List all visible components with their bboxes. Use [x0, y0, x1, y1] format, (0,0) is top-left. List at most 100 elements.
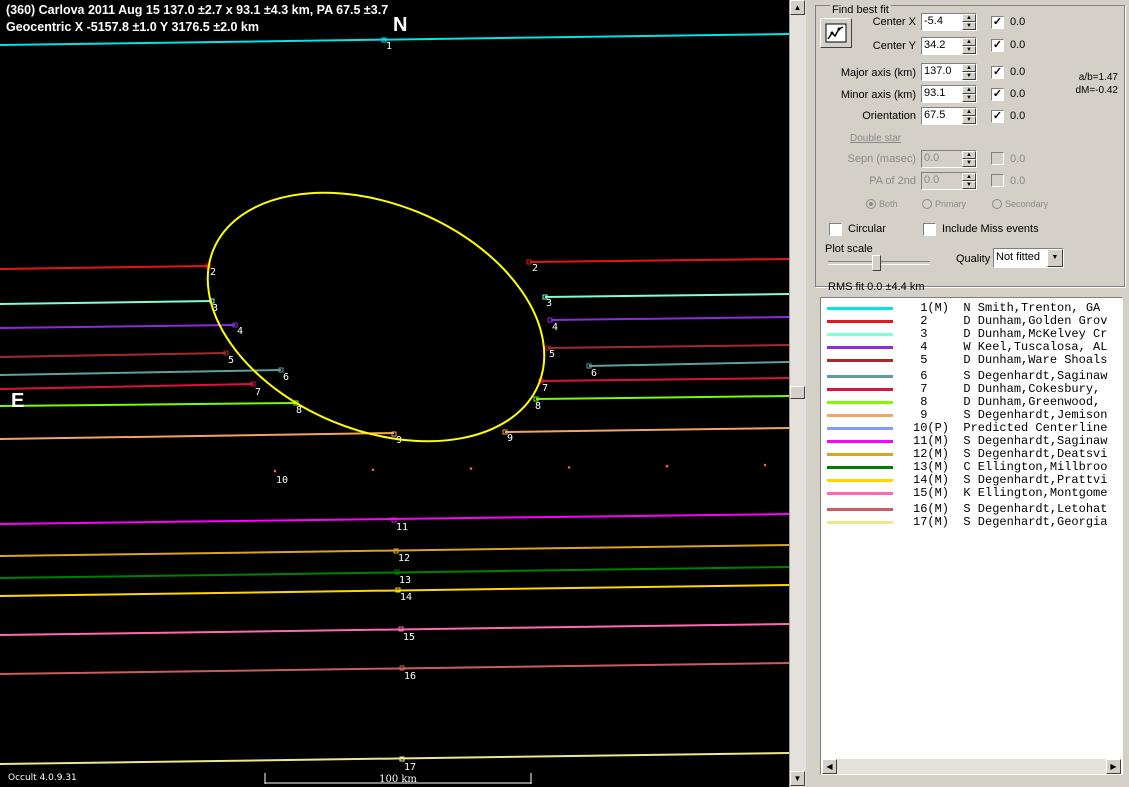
chord-line-3	[0, 300, 213, 305]
spin-up-icon[interactable]: ▲	[962, 108, 976, 116]
fitted-ellipse	[206, 191, 546, 443]
major-axis-label: Major axis (km)	[840, 67, 916, 79]
minor-axis-input[interactable]: 93.1 ▲ ▼	[921, 85, 977, 103]
pa-second-checkbox[interactable]	[991, 174, 1004, 187]
spin-down-icon[interactable]: ▼	[962, 22, 976, 30]
legend-color-swatch	[827, 521, 893, 524]
chord-line-6	[588, 361, 789, 367]
radio-secondary-label: Secondary	[1005, 199, 1049, 209]
center-y-input[interactable]: 34.2 ▲ ▼	[921, 37, 977, 55]
chevron-down-icon[interactable]: ▼	[1047, 249, 1063, 267]
circular-checkbox[interactable]	[829, 223, 842, 236]
center-x-value: -5.4	[924, 15, 943, 27]
legend-row[interactable]: 17(M) S Degenhardt,Georgia	[821, 516, 1121, 529]
plot-scale-slider[interactable]	[872, 255, 881, 271]
chord-label-1: 1	[386, 41, 392, 52]
minor-axis-extra: 0.0	[1010, 88, 1026, 100]
plot-scale-label: Plot scale	[825, 243, 873, 255]
spin-up-icon[interactable]: ▲	[962, 14, 976, 22]
center-x-checkbox[interactable]: ✓	[991, 16, 1004, 29]
scale-bar-label: 100 km	[379, 774, 417, 785]
quality-select[interactable]: Not fitted ▼	[993, 248, 1064, 268]
axis-ratio: a/b=1.47	[1078, 72, 1118, 83]
legend-color-swatch	[827, 346, 893, 349]
orientation-checkbox[interactable]: ✓	[991, 110, 1004, 123]
legend-color-swatch	[827, 479, 893, 482]
chord-label-12: 12	[398, 553, 410, 564]
legend-row[interactable]: 5 D Dunham,Ware Shoals	[821, 354, 1121, 367]
chord-line-4	[0, 324, 236, 329]
legend-text: 17(M) S Degenhardt,Georgia	[913, 515, 1108, 529]
spin-down-icon[interactable]: ▼	[962, 94, 976, 102]
radio-primary[interactable]: Primary	[922, 198, 966, 210]
legend-color-swatch	[827, 508, 893, 511]
legend-horizontal-scrollbar[interactable]: ◀ ▶	[822, 759, 1121, 774]
pa-second-extra: 0.0	[1010, 175, 1026, 187]
fit-chart-button[interactable]	[820, 18, 852, 48]
legend-color-swatch	[827, 388, 893, 391]
chord-line-9	[504, 427, 789, 433]
orientation-input[interactable]: 67.5 ▲ ▼	[921, 107, 977, 125]
major-axis-value: 137.0	[924, 65, 952, 77]
chord-label-7: 7	[255, 387, 261, 398]
group-title: Find best fit	[830, 4, 891, 16]
include-miss-checkbox[interactable]	[923, 223, 936, 236]
legend-color-swatch	[827, 333, 893, 336]
major-axis-checkbox[interactable]: ✓	[991, 66, 1004, 79]
include-miss-label: Include Miss events	[942, 223, 1039, 235]
pa-second-value: 0.0	[924, 174, 940, 186]
predicted-centerline-dot	[273, 469, 277, 473]
chord-label-5: 5	[228, 355, 234, 366]
occultation-plot[interactable]: 1 2 2 3 3 4 4 5 5 6 6 7 7 8 8 9 9 10 11 12 13 14 15 16 17 100 km …	[0, 0, 789, 787]
chord-label-15: 15	[403, 632, 415, 643]
spin-up-icon[interactable]: ▲	[962, 151, 976, 159]
scroll-left-arrow-icon[interactable]: ◀	[822, 759, 837, 774]
delta-magnitude: dM=-0.42	[1075, 85, 1118, 96]
scroll-thumb[interactable]	[790, 386, 805, 399]
double-star-link[interactable]: Double star	[850, 133, 901, 144]
center-x-input[interactable]: -5.4 ▲ ▼	[921, 13, 977, 31]
legend-color-swatch	[827, 359, 893, 362]
chord-line-5	[547, 344, 789, 349]
minor-axis-checkbox[interactable]: ✓	[991, 88, 1004, 101]
observer-legend-list[interactable]: 1(M) N Smith,Trenton, GA 2 D Dunham,Gold…	[820, 297, 1123, 775]
chord-label-10: 10	[276, 475, 288, 486]
spin-up-icon[interactable]: ▲	[962, 38, 976, 46]
scroll-right-arrow-icon[interactable]: ▶	[1106, 759, 1121, 774]
chord-line-4	[550, 316, 789, 321]
chord-label-5: 5	[549, 349, 555, 360]
chord-line-16	[0, 662, 789, 675]
plot-vertical-scrollbar[interactable]: ▲ ▼	[789, 0, 806, 787]
sepn-input[interactable]: 0.0 ▲ ▼	[921, 150, 977, 168]
circular-label: Circular	[848, 223, 886, 235]
sepn-value: 0.0	[924, 152, 940, 164]
legend-color-swatch	[827, 492, 893, 495]
center-y-extra: 0.0	[1010, 39, 1026, 51]
scroll-up-arrow-icon[interactable]: ▲	[790, 0, 805, 15]
spin-down-icon[interactable]: ▼	[962, 159, 976, 167]
chord-label-7: 7	[542, 383, 548, 394]
pa-second-input[interactable]: 0.0 ▲ ▼	[921, 172, 977, 190]
spin-up-icon[interactable]: ▲	[962, 173, 976, 181]
chord-label-2: 2	[210, 267, 216, 278]
center-y-label: Center Y	[872, 40, 916, 52]
spin-up-icon[interactable]: ▲	[962, 86, 976, 94]
center-y-checkbox[interactable]: ✓	[991, 39, 1004, 52]
radio-dot-icon	[922, 198, 932, 209]
predicted-centerline-dot	[469, 467, 473, 470]
legend-row[interactable]: 15(M) K Ellington,Montgome	[821, 487, 1121, 500]
spin-down-icon[interactable]: ▼	[962, 116, 976, 124]
spin-down-icon[interactable]: ▼	[962, 46, 976, 54]
east-label: E	[11, 390, 25, 412]
chord-label-8: 8	[535, 401, 541, 412]
spin-down-icon[interactable]: ▼	[962, 72, 976, 80]
radio-both[interactable]: Both	[866, 198, 898, 210]
north-label: N	[393, 14, 408, 36]
sepn-checkbox[interactable]	[991, 152, 1004, 165]
spin-down-icon[interactable]: ▼	[962, 181, 976, 189]
scroll-down-arrow-icon[interactable]: ▼	[790, 771, 805, 786]
chord-line-9	[0, 432, 395, 440]
radio-secondary[interactable]: Secondary	[992, 198, 1049, 210]
spin-up-icon[interactable]: ▲	[962, 64, 976, 72]
major-axis-input[interactable]: 137.0 ▲ ▼	[921, 63, 977, 81]
